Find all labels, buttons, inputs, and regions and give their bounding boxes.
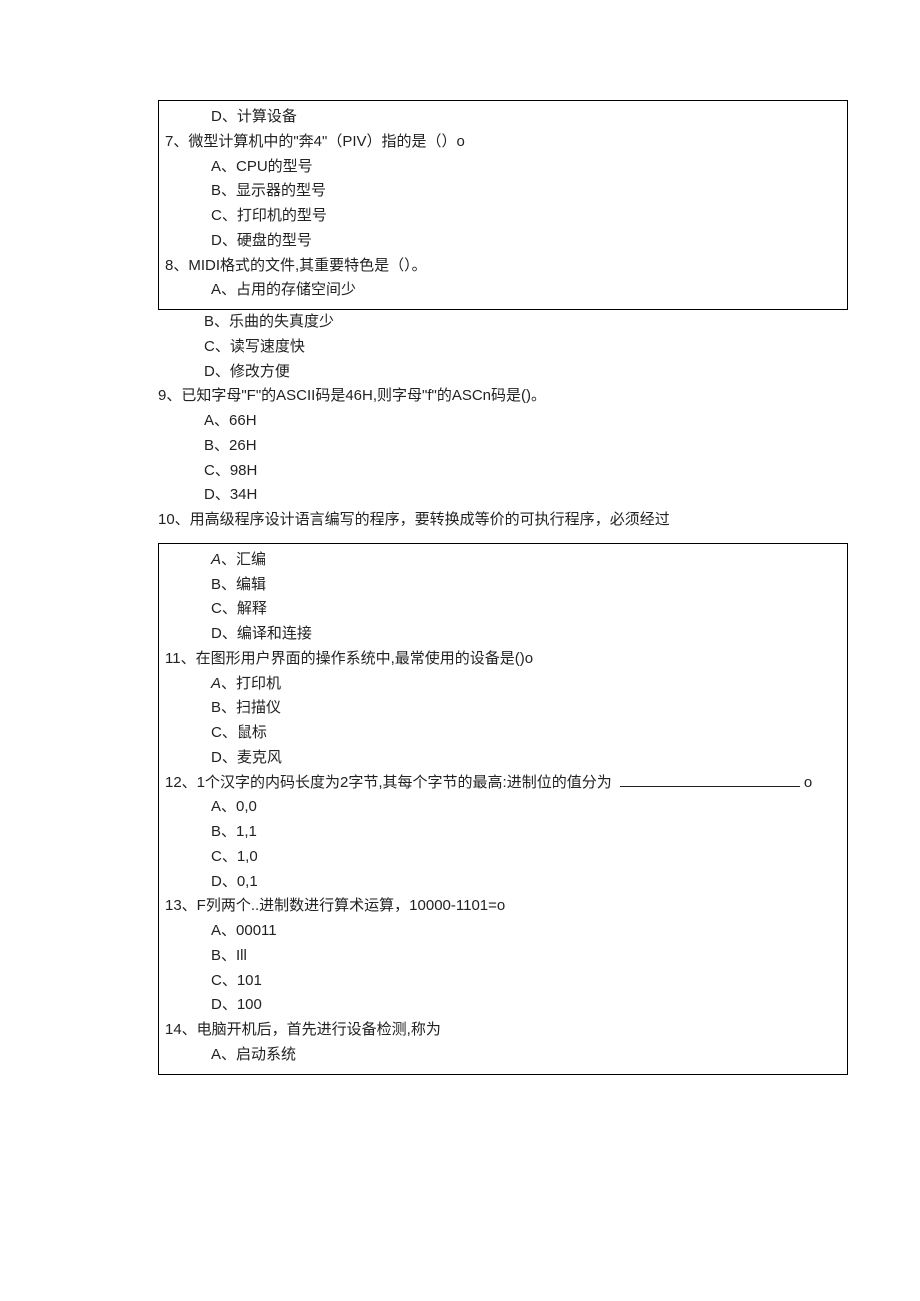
q8-option-b: B、乐曲的失真度少 [158, 310, 848, 335]
top-bordered-block: D、计算设备 7、微型计算机中的"奔4"（PIV）指的是（）o A、CPU的型号… [158, 100, 848, 310]
q7-option-b: B、显示器的型号 [165, 179, 841, 204]
q8-option-a: A、占用的存储空间少 [165, 278, 841, 303]
q10-option-a-text: 、汇编 [221, 551, 266, 568]
q10-option-a: A、汇编 [165, 548, 841, 573]
q12-stem: 12、1个汉字的内码长度为2字节,其每个字节的最高:进制位的值分为 o [165, 771, 841, 796]
q12-stem-suf: o [804, 774, 812, 791]
q13-option-d: D、100 [165, 993, 841, 1018]
q11-option-a: A、打印机 [165, 672, 841, 697]
q14-stem: 14、电脑开机后，首先进行设备检测,称为 [165, 1018, 841, 1043]
q12-option-b: B、1,1 [165, 820, 841, 845]
q7-option-a: A、CPU的型号 [165, 155, 841, 180]
q13-option-a: A、00011 [165, 919, 841, 944]
q9-option-a: A、66H [158, 409, 848, 434]
q12-option-d: D、0,1 [165, 870, 841, 895]
q11-option-d: D、麦克风 [165, 746, 841, 771]
q13-stem: 13、F列两个..进制数进行算术运算，10000-1101=o [165, 894, 841, 919]
document-page: D、计算设备 7、微型计算机中的"奔4"（PIV）指的是（）o A、CPU的型号… [0, 0, 920, 1301]
q8-stem: 8、MIDI格式的文件,其重要特色是（）。 [165, 254, 841, 279]
letter-a-italic: A [211, 675, 221, 692]
q11-option-b: B、扫描仪 [165, 696, 841, 721]
bottom-bordered-block: A、汇编 B、编辑 C、解释 D、编译和连接 11、在图形用户界面的操作系统中,… [158, 543, 848, 1075]
q6-option-d: D、计算设备 [165, 105, 841, 130]
q9-option-b: B、26H [158, 434, 848, 459]
q7-option-c: C、打印机的型号 [165, 204, 841, 229]
q7-stem: 7、微型计算机中的"奔4"（PIV）指的是（）o [165, 130, 841, 155]
q12-option-c: C、1,0 [165, 845, 841, 870]
q11-option-c: C、鼠标 [165, 721, 841, 746]
q9-option-c: C、98H [158, 459, 848, 484]
q13-option-b: B、Ill [165, 944, 841, 969]
q8-option-c: C、读写速度快 [158, 335, 848, 360]
middle-open-block: B、乐曲的失真度少 C、读写速度快 D、修改方便 9、已知字母"F"的ASCII… [158, 310, 848, 533]
q7-option-d: D、硬盘的型号 [165, 229, 841, 254]
q12-stem-pre: 12、1个汉字的内码长度为2字节,其每个字节的最高:进制位的值分为 [165, 774, 616, 791]
spacer [60, 533, 860, 543]
q10-option-c: C、解释 [165, 597, 841, 622]
q11-stem: 11、在图形用户界面的操作系统中,最常使用的设备是()o [165, 647, 841, 672]
q10-option-d: D、编译和连接 [165, 622, 841, 647]
q10-stem: 10、用高级程序设计语言编写的程序，要转换成等价的可执行程序，必须经过 [158, 508, 848, 533]
q14-option-a: A、启动系统 [165, 1043, 841, 1068]
q10-option-b: B、编辑 [165, 573, 841, 598]
q9-option-d: D、34H [158, 483, 848, 508]
q8-option-d: D、修改方便 [158, 360, 848, 385]
q13-option-c: C、101 [165, 969, 841, 994]
q11-option-a-text: 、打印机 [221, 675, 281, 692]
blank-underline [620, 771, 800, 787]
q12-option-a: A、0,0 [165, 795, 841, 820]
q9-stem: 9、已知字母"F"的ASCII码是46H,则字母"f"的ASCn码是()。 [158, 384, 848, 409]
letter-a-italic: A [211, 551, 221, 568]
